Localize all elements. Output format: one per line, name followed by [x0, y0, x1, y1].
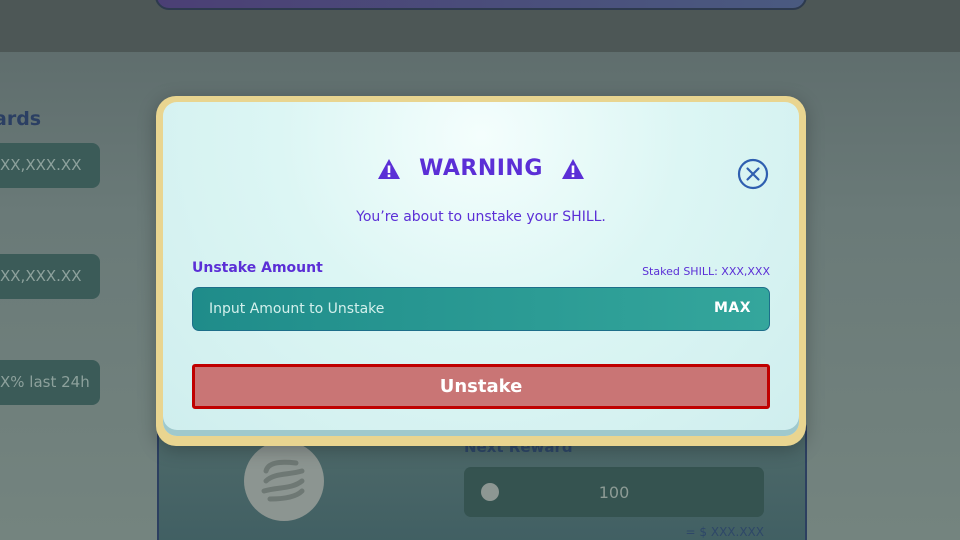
unstake-amount-label: Unstake Amount [192, 260, 323, 276]
background-stat-pill: XX,XXX.XX [0, 254, 100, 299]
background-stat-pill: XX,XXX.XX [0, 143, 100, 188]
background-stat-pill: X% last 24h [0, 360, 100, 405]
modal-body: WARNING You’re about to unstake your SHI… [163, 102, 799, 436]
unstake-amount-field: MAX [192, 287, 770, 331]
staked-balance: Staked SHILL: XXX,XXX [642, 265, 770, 278]
close-icon[interactable] [737, 158, 769, 190]
max-button[interactable]: MAX [714, 300, 751, 316]
next-reward-value: 100 [598, 483, 630, 502]
shill-logo-icon [244, 441, 324, 521]
modal-title: WARNING [419, 156, 543, 181]
modal-header: WARNING [163, 156, 799, 181]
unstake-amount-input[interactable] [193, 288, 693, 330]
unstake-warning-modal: WARNING You’re about to unstake your SHI… [156, 96, 806, 446]
warning-triangle-icon [561, 158, 585, 180]
modal-subtitle: You’re about to unstake your SHILL. [356, 209, 606, 225]
warning-triangle-icon [377, 158, 401, 180]
background-rewards-title: ards [0, 108, 42, 130]
usd-value: = $ XXX.XXX [685, 525, 764, 539]
background-top-card [155, 0, 807, 10]
unstake-button[interactable]: Unstake [192, 364, 770, 409]
